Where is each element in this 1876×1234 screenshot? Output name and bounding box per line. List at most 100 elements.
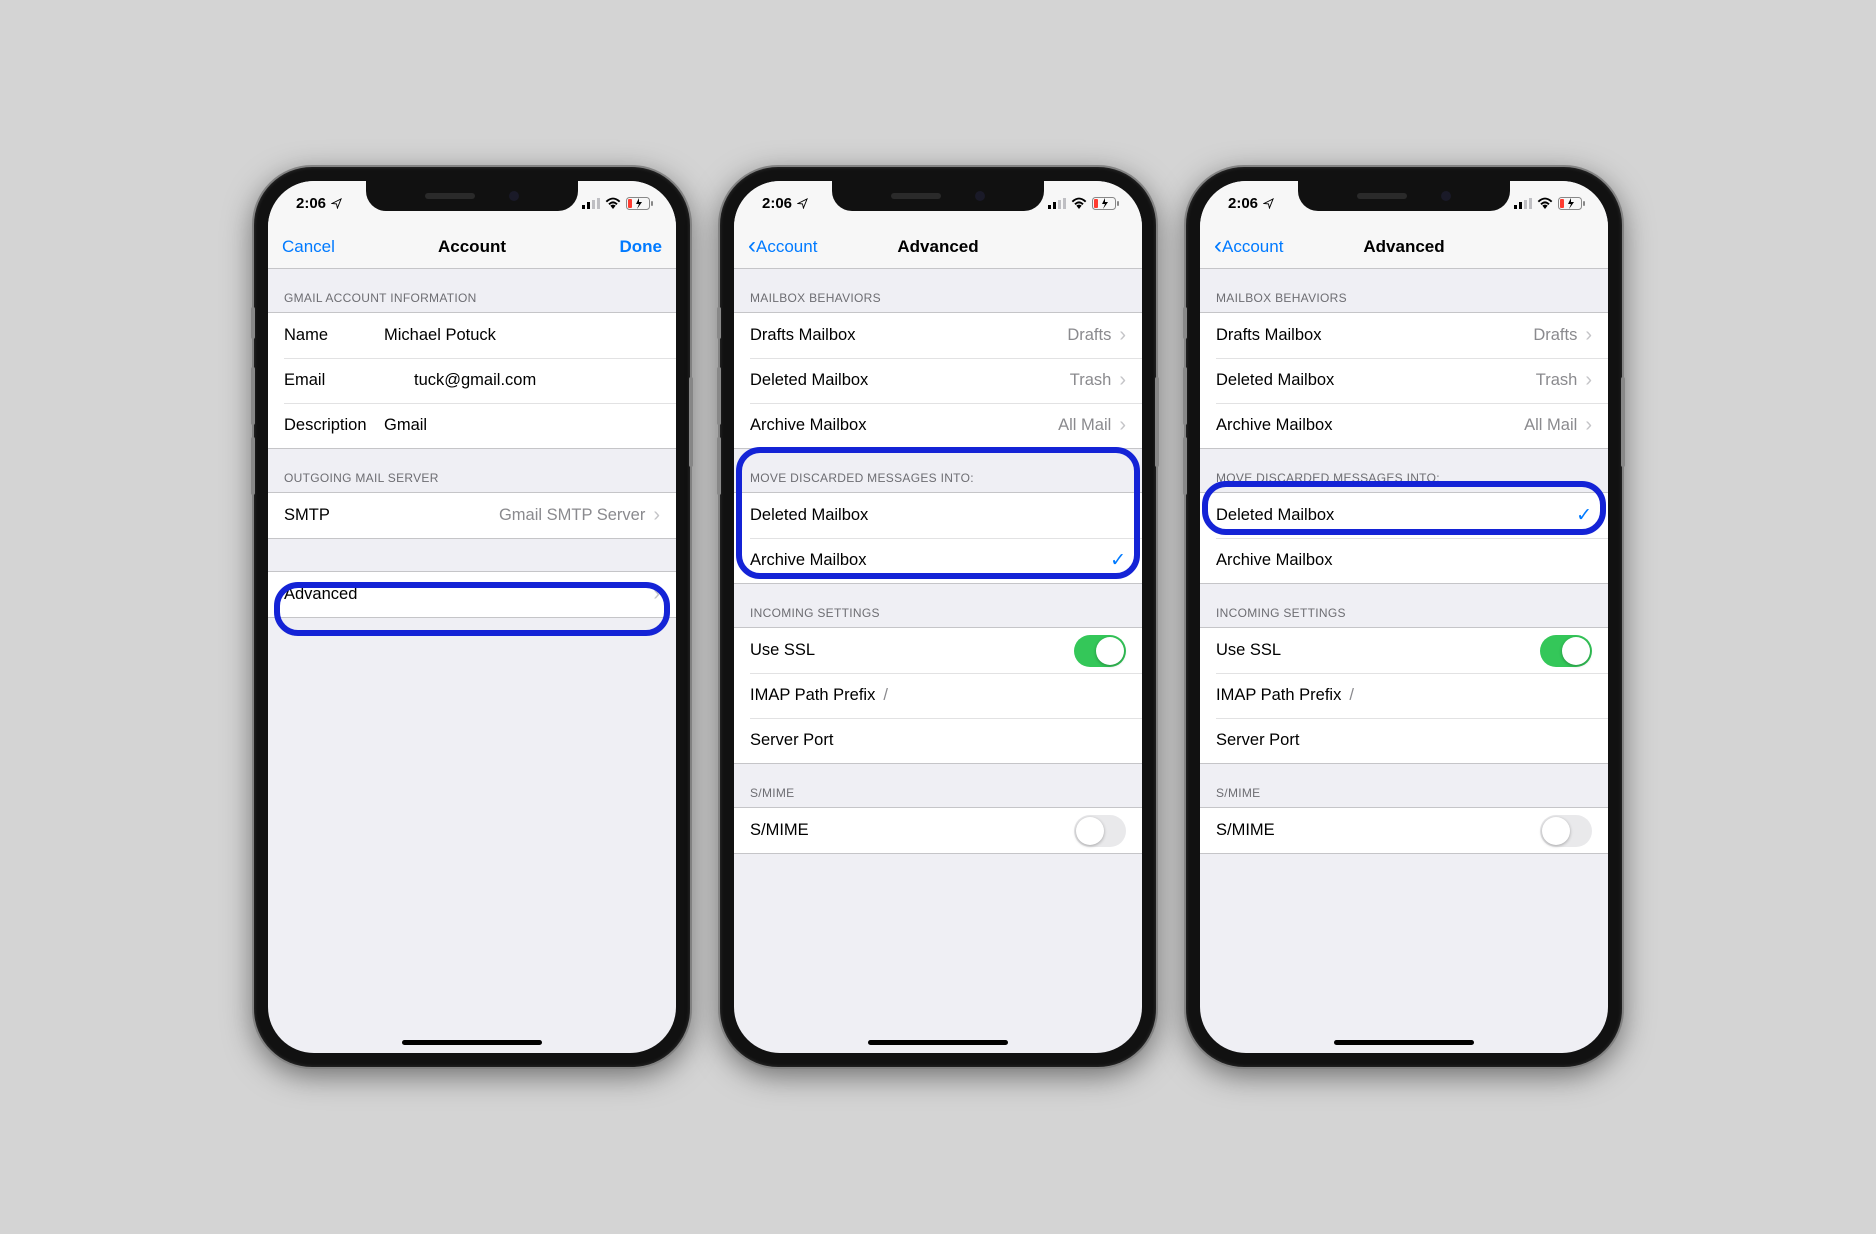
- section-discarded: Move Discarded Messages Into:: [1200, 449, 1608, 492]
- toggle-smime[interactable]: [1540, 815, 1592, 847]
- section-smime: S/MIME: [734, 764, 1142, 807]
- wifi-icon: [1537, 197, 1553, 209]
- row-server-port[interactable]: Server Port: [1200, 718, 1608, 763]
- value-imap-prefix: /: [1349, 686, 1354, 705]
- battery-icon: [1558, 197, 1586, 210]
- notch: [1298, 181, 1510, 211]
- status-time: 2:06: [1228, 195, 1258, 212]
- section-smime: S/MIME: [1200, 764, 1608, 807]
- content-area: Mailbox Behaviors Drafts Mailbox Drafts …: [734, 269, 1142, 1053]
- row-description[interactable]: Description Gmail: [268, 403, 676, 448]
- row-smime[interactable]: S/MIME: [1200, 808, 1608, 853]
- cancel-button[interactable]: Cancel: [282, 237, 372, 257]
- row-use-ssl[interactable]: Use SSL: [1200, 628, 1608, 673]
- cellular-icon: [1514, 198, 1532, 209]
- chevron-right-icon: ›: [653, 583, 660, 606]
- screen-account: 2:06 Cancel Account Done Gmail Account I…: [268, 181, 676, 1053]
- chevron-right-icon: ›: [1119, 369, 1126, 392]
- value-deleted: Trash: [1070, 371, 1120, 390]
- section-discarded: Move Discarded Messages Into:: [734, 449, 1142, 492]
- row-smtp[interactable]: SMTP Gmail SMTP Server ›: [268, 493, 676, 538]
- status-time: 2:06: [762, 195, 792, 212]
- navbar: ‹Account Advanced: [1200, 225, 1608, 269]
- notch: [366, 181, 578, 211]
- screen-advanced-archive: 2:06 ‹Account Advanced Mailbox Behaviors…: [734, 181, 1142, 1053]
- label-deleted: Deleted Mailbox: [1216, 371, 1334, 390]
- value-drafts: Drafts: [1533, 326, 1585, 345]
- label-smtp: SMTP: [284, 506, 330, 525]
- notch: [832, 181, 1044, 211]
- value-description: Gmail: [384, 416, 427, 435]
- toggle-smime[interactable]: [1074, 815, 1126, 847]
- label-smime: S/MIME: [1216, 821, 1275, 840]
- label-imap-prefix: IMAP Path Prefix: [1216, 686, 1341, 705]
- screen-advanced-deleted: 2:06 ‹Account Advanced Mailbox Behaviors…: [1200, 181, 1608, 1053]
- label-drafts: Drafts Mailbox: [1216, 326, 1321, 345]
- row-archive-mailbox[interactable]: Archive Mailbox All Mail ›: [734, 403, 1142, 448]
- row-imap-prefix[interactable]: IMAP Path Prefix /: [1200, 673, 1608, 718]
- row-discard-archive[interactable]: Archive Mailbox: [1200, 538, 1608, 583]
- section-account-info: Gmail Account Information: [268, 269, 676, 312]
- value-drafts: Drafts: [1067, 326, 1119, 345]
- label-email: Email: [284, 371, 384, 390]
- status-time: 2:06: [296, 195, 326, 212]
- chevron-right-icon: ›: [1585, 369, 1592, 392]
- row-deleted-mailbox[interactable]: Deleted Mailbox Trash ›: [734, 358, 1142, 403]
- value-imap-prefix: /: [883, 686, 888, 705]
- value-email: tuck@gmail.com: [414, 371, 536, 390]
- location-icon: [797, 198, 808, 209]
- value-archive: All Mail: [1524, 416, 1585, 435]
- toggle-use-ssl[interactable]: [1074, 635, 1126, 667]
- chevron-right-icon: ›: [1585, 414, 1592, 437]
- row-drafts-mailbox[interactable]: Drafts Mailbox Drafts ›: [1200, 313, 1608, 358]
- row-deleted-mailbox[interactable]: Deleted Mailbox Trash ›: [1200, 358, 1608, 403]
- section-incoming: Incoming Settings: [1200, 584, 1608, 627]
- label-smime: S/MIME: [750, 821, 809, 840]
- value-archive: All Mail: [1058, 416, 1119, 435]
- row-drafts-mailbox[interactable]: Drafts Mailbox Drafts ›: [734, 313, 1142, 358]
- row-imap-prefix[interactable]: IMAP Path Prefix /: [734, 673, 1142, 718]
- value-deleted: Trash: [1536, 371, 1586, 390]
- section-mailbox-behaviors: Mailbox Behaviors: [734, 269, 1142, 312]
- row-use-ssl[interactable]: Use SSL: [734, 628, 1142, 673]
- label-archive: Archive Mailbox: [1216, 416, 1332, 435]
- label-name: Name: [284, 326, 384, 345]
- content-area: Mailbox Behaviors Drafts Mailbox Drafts …: [1200, 269, 1608, 1053]
- label-description: Description: [284, 416, 384, 435]
- navbar: Cancel Account Done: [268, 225, 676, 269]
- back-button[interactable]: ‹Account: [1214, 237, 1304, 257]
- chevron-right-icon: ›: [1585, 324, 1592, 347]
- content-area: Gmail Account Information Name Michael P…: [268, 269, 676, 1053]
- back-button[interactable]: ‹Account: [748, 237, 838, 257]
- checkmark-icon: ✓: [1110, 549, 1126, 572]
- home-indicator[interactable]: [1334, 1040, 1474, 1045]
- toggle-use-ssl[interactable]: [1540, 635, 1592, 667]
- row-discard-archive[interactable]: Archive Mailbox ✓: [734, 538, 1142, 583]
- done-button[interactable]: Done: [572, 237, 662, 257]
- phone-frame-1: 2:06 Cancel Account Done Gmail Account I…: [254, 167, 690, 1067]
- row-advanced[interactable]: Advanced ›: [268, 572, 676, 617]
- row-server-port[interactable]: Server Port: [734, 718, 1142, 763]
- section-outgoing: Outgoing Mail Server: [268, 449, 676, 492]
- row-discard-deleted[interactable]: Deleted Mailbox: [734, 493, 1142, 538]
- battery-icon: [1092, 197, 1120, 210]
- label-drafts: Drafts Mailbox: [750, 326, 855, 345]
- value-name: Michael Potuck: [384, 326, 496, 345]
- cellular-icon: [1048, 198, 1066, 209]
- row-name[interactable]: Name Michael Potuck: [268, 313, 676, 358]
- row-discard-deleted[interactable]: Deleted Mailbox ✓: [1200, 493, 1608, 538]
- row-email[interactable]: Email tuck@gmail.com: [268, 358, 676, 403]
- label-advanced: Advanced: [284, 585, 357, 604]
- navbar: ‹Account Advanced: [734, 225, 1142, 269]
- battery-icon: [626, 197, 654, 210]
- option-archive-mailbox: Archive Mailbox: [1216, 551, 1332, 570]
- home-indicator[interactable]: [868, 1040, 1008, 1045]
- phone-frame-3: 2:06 ‹Account Advanced Mailbox Behaviors…: [1186, 167, 1622, 1067]
- row-smime[interactable]: S/MIME: [734, 808, 1142, 853]
- section-incoming: Incoming Settings: [734, 584, 1142, 627]
- row-archive-mailbox[interactable]: Archive Mailbox All Mail ›: [1200, 403, 1608, 448]
- value-smtp: Gmail SMTP Server: [499, 506, 653, 525]
- home-indicator[interactable]: [402, 1040, 542, 1045]
- section-mailbox-behaviors: Mailbox Behaviors: [1200, 269, 1608, 312]
- label-server-port: Server Port: [750, 731, 833, 750]
